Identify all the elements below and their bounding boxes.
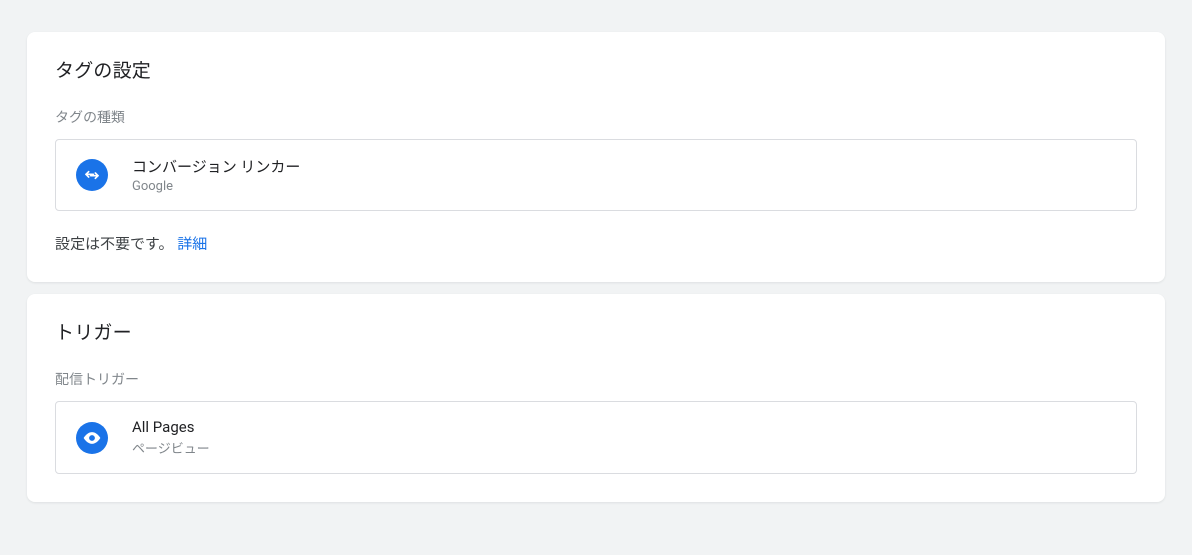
trigger-row[interactable]: All Pages ページビュー xyxy=(55,401,1137,474)
tag-type-label: タグの種類 xyxy=(55,107,1137,127)
tag-type-vendor: Google xyxy=(132,179,300,194)
conversion-linker-icon xyxy=(76,159,108,191)
tag-type-row[interactable]: コンバージョン リンカー Google xyxy=(55,139,1137,211)
tag-type-texts: コンバージョン リンカー Google xyxy=(132,156,300,194)
tag-type-name: コンバージョン リンカー xyxy=(132,156,300,177)
tag-config-title: タグの設定 xyxy=(55,56,1137,83)
trigger-section-label: 配信トリガー xyxy=(55,369,1137,389)
details-link[interactable]: 詳細 xyxy=(177,235,207,253)
trigger-card: トリガー 配信トリガー All Pages ページビュー xyxy=(27,294,1165,502)
trigger-name: All Pages xyxy=(132,418,210,436)
trigger-type: ページビュー xyxy=(132,438,210,457)
trigger-title: トリガー xyxy=(55,318,1137,345)
pageview-icon xyxy=(76,422,108,454)
trigger-texts: All Pages ページビュー xyxy=(132,418,210,457)
config-note: 設定は不要です。 詳細 xyxy=(55,233,1137,254)
config-note-text: 設定は不要です。 xyxy=(55,235,174,253)
tag-configuration-card: タグの設定 タグの種類 コンバージョン リンカー Google 設定は不要です。… xyxy=(27,32,1165,282)
